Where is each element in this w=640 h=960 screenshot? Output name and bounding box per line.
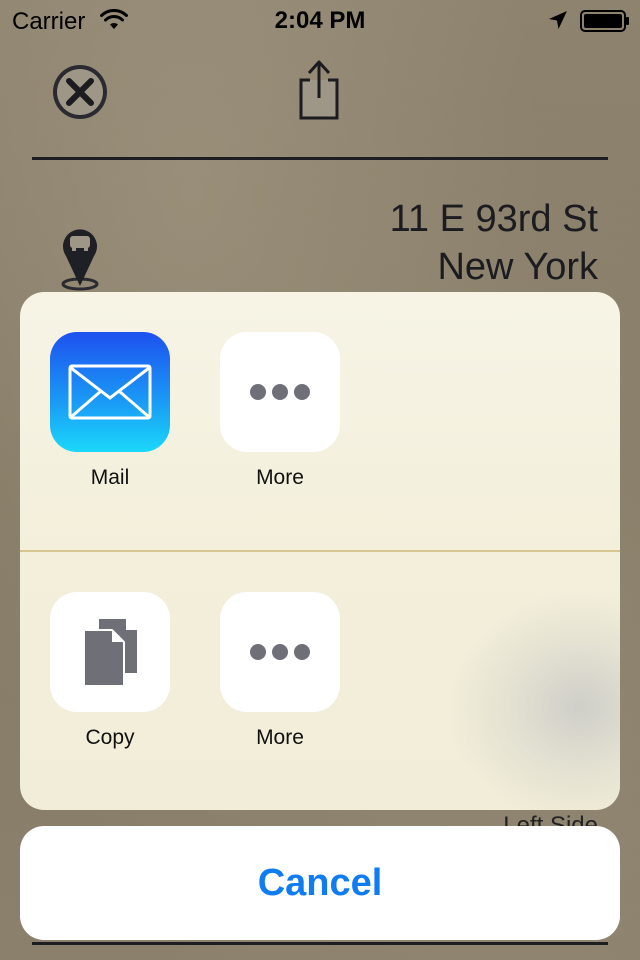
more-dots-icon xyxy=(250,644,310,660)
top-divider xyxy=(32,157,608,160)
copy-documents-icon xyxy=(82,616,140,693)
address-line-2: New York xyxy=(437,246,598,288)
mail-envelope-icon xyxy=(68,364,152,425)
share-mail-label: Mail xyxy=(90,466,130,489)
sheet-separator xyxy=(20,550,620,552)
sheet-glow xyxy=(450,592,620,810)
bottom-divider xyxy=(32,942,608,945)
action-more-button[interactable] xyxy=(220,592,340,712)
address-line-1: 11 E 93rd St xyxy=(389,198,598,240)
battery-icon xyxy=(580,10,630,37)
share-more-button[interactable] xyxy=(220,332,340,452)
action-more-label: More xyxy=(256,726,304,749)
copy-action-label: Copy xyxy=(85,726,135,749)
copy-action-button[interactable] xyxy=(50,592,170,712)
car-pin-icon xyxy=(58,224,102,299)
share-more-label: More xyxy=(256,466,304,489)
location-arrow-icon xyxy=(548,10,568,35)
status-time: 2:04 PM xyxy=(274,7,366,34)
more-dots-icon xyxy=(250,384,310,400)
share-sheet: Mail More Copy More xyxy=(20,292,620,810)
cancel-button[interactable]: Cancel xyxy=(20,826,620,940)
share-icon[interactable] xyxy=(296,58,342,127)
close-icon[interactable] xyxy=(50,62,110,127)
status-bar: Carrier 2:04 PM xyxy=(0,0,640,40)
share-mail-button[interactable] xyxy=(50,332,170,452)
